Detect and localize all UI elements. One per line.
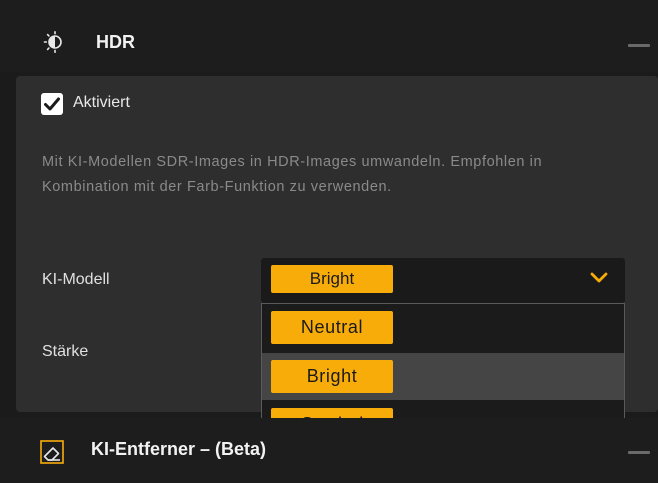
eraser-icon <box>40 440 64 464</box>
enable-hdr-checkbox[interactable] <box>41 93 63 115</box>
model-select[interactable]: Bright <box>261 258 625 303</box>
model-option-label: Neutral <box>271 311 393 344</box>
model-option-neutral[interactable]: Neutral <box>262 304 624 351</box>
section-title-hdr: HDR <box>96 32 135 52</box>
chevron-down-icon <box>590 272 608 283</box>
checkmark-icon <box>44 97 60 111</box>
sun-half-icon <box>43 31 62 53</box>
model-select-value: Bright <box>271 265 393 293</box>
enable-hdr-label: Aktiviert <box>73 94 130 111</box>
collapse-ai-remover-button[interactable] <box>628 451 650 454</box>
hdr-description: Mit KI-Modellen SDR-Images in HDR-Images… <box>42 154 543 195</box>
section-title-ai-remover: KI-Entferner – (Beta) <box>91 439 267 459</box>
model-option-label: Bright <box>271 360 393 393</box>
collapse-hdr-button[interactable] <box>628 44 650 47</box>
strength-label: Stärke <box>42 343 89 360</box>
model-label: KI-Modell <box>42 271 110 288</box>
model-option-bright[interactable]: Bright <box>262 353 624 400</box>
